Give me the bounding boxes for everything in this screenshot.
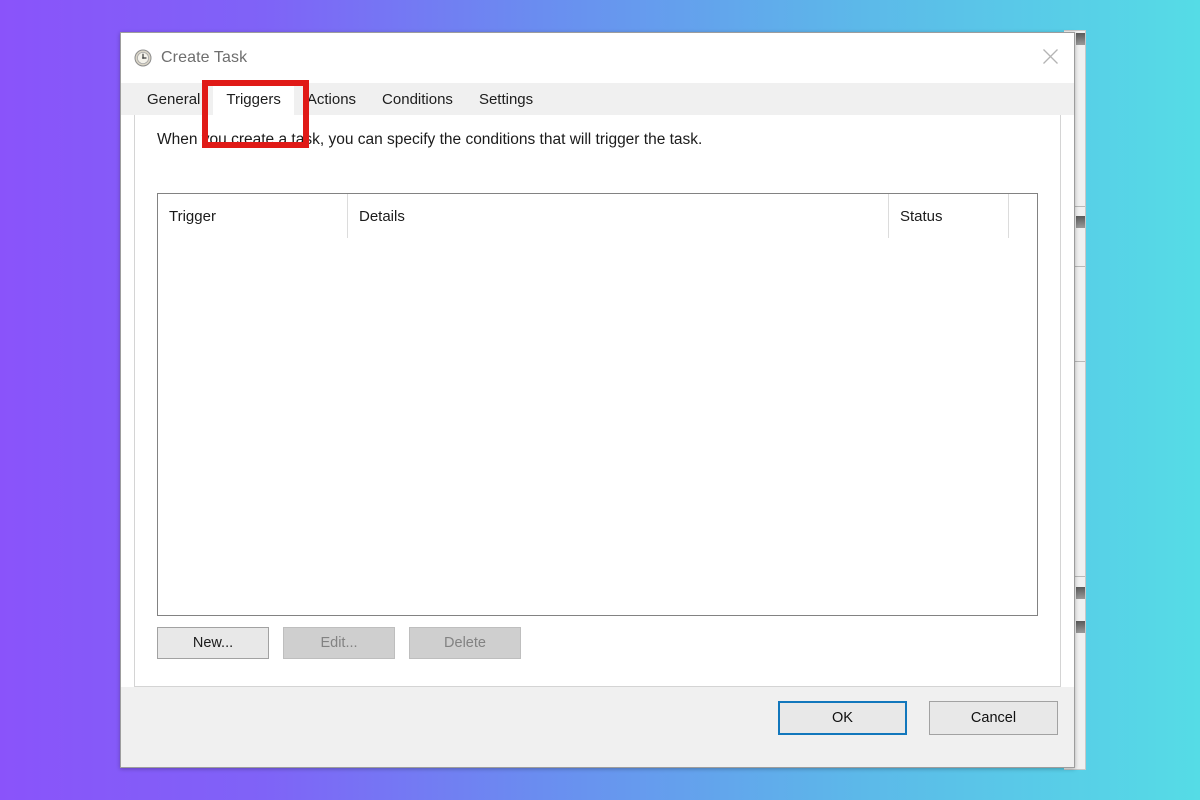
- tab-actions[interactable]: Actions: [293, 83, 370, 115]
- cancel-button-label: Cancel: [970, 710, 1017, 726]
- triggers-tab-panel: When you create a task, you can specify …: [134, 115, 1061, 687]
- ok-button[interactable]: OK: [778, 701, 907, 735]
- dialog-titlebar: Create Task: [121, 33, 1074, 83]
- column-header-trigger-label: Trigger: [169, 207, 216, 225]
- tab-general-label: General: [147, 90, 201, 108]
- create-task-dialog: Create Task General Triggers Actions Con…: [120, 32, 1075, 768]
- tab-settings-label: Settings: [478, 90, 534, 108]
- tab-bar: General Triggers Actions Conditions Sett…: [121, 83, 1074, 115]
- panel-description: When you create a task, you can specify …: [157, 131, 703, 148]
- tab-actions-label: Actions: [306, 90, 357, 108]
- column-header-trigger[interactable]: Trigger: [158, 194, 348, 238]
- new-trigger-button-label: New...: [192, 635, 234, 651]
- delete-trigger-button[interactable]: Delete: [409, 627, 521, 659]
- trigger-action-buttons: New... Edit... Delete: [157, 627, 521, 659]
- ok-button-label: OK: [832, 710, 853, 726]
- column-header-extra[interactable]: [1009, 194, 1036, 238]
- cancel-button[interactable]: Cancel: [929, 701, 1058, 735]
- edit-trigger-button[interactable]: Edit...: [283, 627, 395, 659]
- triggers-list[interactable]: Trigger Details Status: [157, 193, 1038, 616]
- dialog-title: Create Task: [161, 49, 248, 66]
- close-button[interactable]: [1027, 33, 1074, 80]
- tab-conditions-label: Conditions: [382, 90, 453, 108]
- column-header-details-label: Details: [359, 207, 405, 225]
- close-icon: [1042, 48, 1059, 65]
- triggers-list-body[interactable]: [158, 238, 1037, 615]
- edit-trigger-button-label: Edit...: [320, 635, 358, 651]
- clock-schedule-icon: [134, 49, 152, 67]
- background-window-handle: [1076, 587, 1085, 599]
- column-header-status[interactable]: Status: [889, 194, 1009, 238]
- dialog-footer: OK Cancel: [121, 687, 1074, 767]
- column-header-status-label: Status: [900, 207, 943, 225]
- delete-trigger-button-label: Delete: [444, 635, 486, 651]
- dialog-footer-buttons: OK Cancel: [778, 701, 1058, 735]
- tab-general[interactable]: General: [134, 83, 214, 115]
- tab-triggers[interactable]: Triggers: [213, 83, 294, 115]
- background-window-handle: [1076, 216, 1085, 228]
- tab-conditions[interactable]: Conditions: [369, 83, 466, 115]
- tab-triggers-label: Triggers: [226, 90, 281, 108]
- background-window-scroll-arrow: [1076, 33, 1085, 45]
- new-trigger-button[interactable]: New...: [157, 627, 269, 659]
- background-window-handle: [1076, 621, 1085, 633]
- column-header-details[interactable]: Details: [348, 194, 889, 238]
- triggers-list-header: Trigger Details Status: [158, 194, 1037, 238]
- tab-settings[interactable]: Settings: [465, 83, 547, 115]
